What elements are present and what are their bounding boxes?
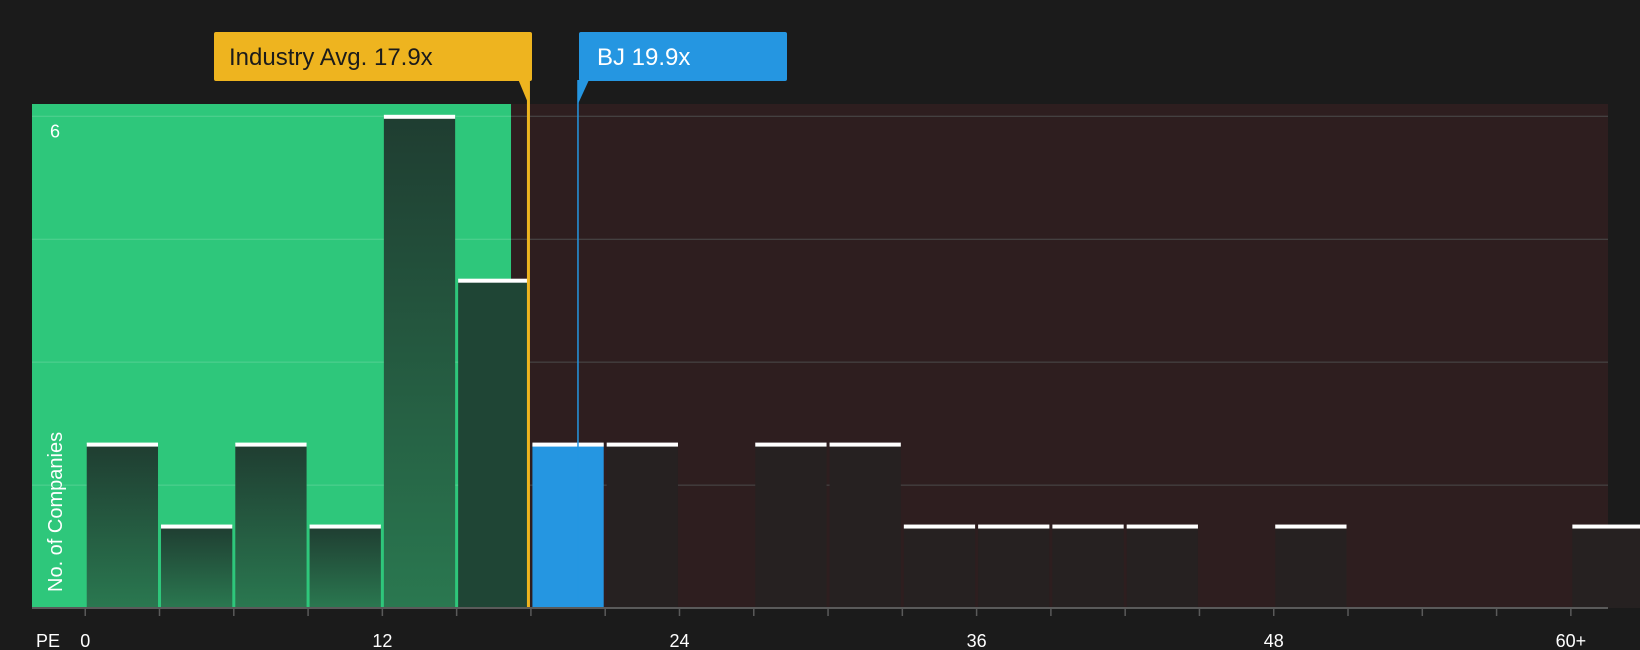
x-tick-label: 48 <box>1264 631 1284 650</box>
histogram-bar-cap <box>1275 524 1347 529</box>
histogram-bar-cap <box>1126 524 1198 529</box>
x-axis-label: PE <box>36 631 60 650</box>
histogram-bar-cap <box>86 442 159 447</box>
histogram-bar-cap <box>161 524 233 529</box>
histogram-bar <box>1275 526 1347 608</box>
histogram-bar-cap <box>235 442 307 447</box>
pe-distribution-chart: 6 0 12 24 36 48 60+ Industry Avg. 17.9x BJ 19.… <box>0 0 1640 650</box>
histogram-bar <box>1126 526 1198 608</box>
histogram-bar <box>161 526 233 608</box>
histogram-bar-cap <box>309 524 381 529</box>
histogram-bar <box>383 116 456 608</box>
annotation-label: BJ 19.9x <box>597 44 690 71</box>
histogram-bar <box>606 444 678 608</box>
histogram-bar-cap <box>755 442 827 447</box>
histogram-bar <box>1052 526 1124 608</box>
histogram-bar-cap <box>978 524 1050 529</box>
histogram-bar <box>458 280 530 608</box>
histogram-bar <box>829 444 901 608</box>
x-tick-label: 12 <box>372 631 392 650</box>
histogram-bar-cap <box>458 278 530 283</box>
histogram-bar-cap <box>606 442 678 447</box>
histogram-bar <box>978 526 1050 608</box>
x-tick-label: 0 <box>80 631 90 650</box>
y-tick-label: 6 <box>50 121 60 141</box>
histogram-bar <box>235 444 307 608</box>
x-tick-label: 60+ <box>1556 631 1587 650</box>
histogram-bar-cap <box>1052 524 1124 529</box>
histogram-bar-cap <box>1572 524 1640 529</box>
annotation-label: Industry Avg. 17.9x <box>229 44 433 71</box>
x-tick-label: 36 <box>967 631 987 650</box>
histogram-bar <box>903 526 976 608</box>
histogram-bar-cap <box>829 442 901 447</box>
histogram-bar <box>755 444 827 608</box>
histogram-bar-cap <box>383 114 456 119</box>
histogram-bar <box>309 526 381 608</box>
y-axis-label: No. of Companies <box>45 432 67 592</box>
histogram-bar <box>532 444 604 608</box>
histogram-bar-cap <box>532 442 604 447</box>
histogram-bar <box>86 444 159 608</box>
histogram-bar-cap <box>903 524 976 529</box>
histogram-bar <box>1572 526 1640 608</box>
x-tick-label: 24 <box>669 631 689 650</box>
